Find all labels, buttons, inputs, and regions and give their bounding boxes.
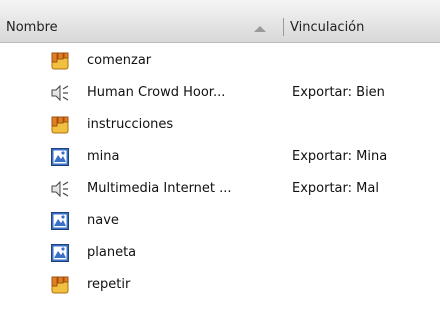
column-divider[interactable]	[283, 18, 284, 36]
item-name: nave	[87, 213, 119, 228]
graphic-icon	[50, 243, 70, 263]
column-header-name[interactable]: Nombre	[6, 20, 58, 35]
list-item-instrucciones[interactable]: instrucciones	[0, 109, 440, 141]
item-name: comenzar	[87, 53, 152, 68]
list-item-comenzar[interactable]: comenzar	[0, 45, 440, 77]
item-list: comenzar Human Crowd Hoor... Exportar: B…	[0, 45, 440, 301]
list-item-planeta[interactable]: planeta	[0, 237, 440, 269]
graphic-icon	[50, 147, 70, 167]
list-item-mina[interactable]: mina Exportar: Mina	[0, 141, 440, 173]
column-header-bar: Nombre Vinculación	[0, 0, 440, 43]
item-name: mina	[87, 149, 120, 164]
item-name: instrucciones	[87, 117, 174, 132]
library-panel: Nombre Vinculación comenzar Human Crowd …	[0, 0, 440, 330]
item-name: planeta	[87, 245, 137, 260]
movieclip-icon	[50, 275, 70, 295]
item-name: Human Crowd Hoor...	[87, 85, 226, 100]
column-header-linkage[interactable]: Vinculación	[290, 20, 364, 35]
item-name: repetir	[87, 277, 131, 292]
item-linkage: Exportar: Mina	[292, 149, 388, 164]
list-item-repetir[interactable]: repetir	[0, 269, 440, 301]
item-linkage: Exportar: Mal	[292, 181, 379, 196]
graphic-icon	[50, 211, 70, 231]
movieclip-icon	[50, 51, 70, 71]
sound-icon	[50, 83, 70, 103]
list-item-multimedia-internet[interactable]: Multimedia Internet ... Exportar: Mal	[0, 173, 440, 205]
sound-icon	[50, 179, 70, 199]
list-item-nave[interactable]: nave	[0, 205, 440, 237]
movieclip-icon	[50, 115, 70, 135]
item-name: Multimedia Internet ...	[87, 181, 232, 196]
item-linkage: Exportar: Bien	[292, 85, 385, 100]
sort-ascending-icon[interactable]	[254, 26, 266, 32]
list-item-human-crowd[interactable]: Human Crowd Hoor... Exportar: Bien	[0, 77, 440, 109]
